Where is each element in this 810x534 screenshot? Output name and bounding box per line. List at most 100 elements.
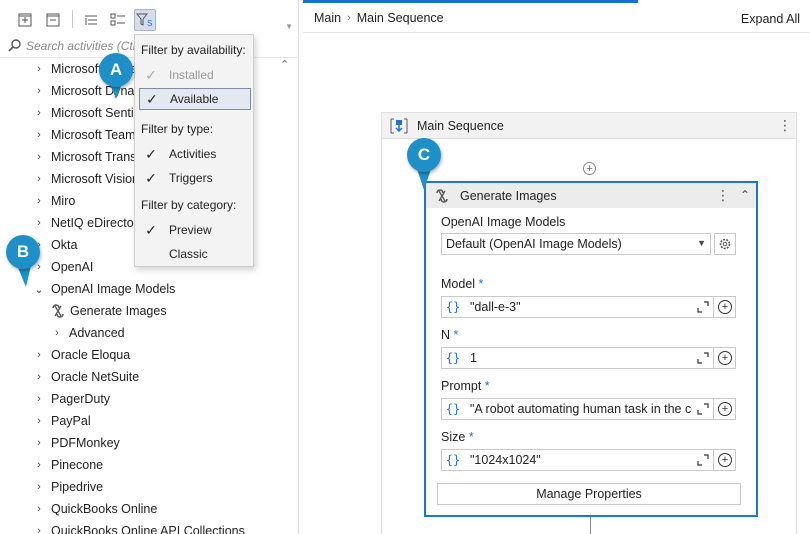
n-input[interactable]: {} 1 +	[441, 347, 736, 369]
breadcrumb: Main › Main Sequence	[303, 3, 810, 33]
filter-popup: Filter by availability: ✓ Installed ✓ Av…	[134, 34, 254, 267]
expand-editor-icon[interactable]	[697, 301, 709, 313]
add-value-icon[interactable]: +	[718, 453, 732, 467]
gear-icon	[719, 238, 731, 250]
tree-item[interactable]: › Pinecone	[0, 454, 290, 476]
filter-installed-option[interactable]: ✓ Installed	[139, 64, 251, 86]
tree-item[interactable]: › Advanced	[0, 322, 290, 344]
designer-panel: Main › Main Sequence Expand All Main Seq…	[303, 0, 810, 534]
chevron-right-icon: ›	[37, 217, 41, 229]
chevron-right-icon: ›	[347, 11, 351, 24]
manage-properties-button[interactable]: Manage Properties	[437, 483, 741, 505]
chevron-right-icon: ›	[55, 327, 59, 339]
connection-settings-button[interactable]	[714, 233, 736, 255]
tree-item[interactable]: › PagerDuty	[0, 388, 290, 410]
filter-available-option[interactable]: ✓ Available	[139, 88, 251, 110]
chevron-right-icon: ›	[37, 371, 41, 383]
chevron-down-icon: ▼	[697, 238, 706, 248]
connection-label: OpenAI Image Models	[441, 215, 566, 229]
tree-item[interactable]: › Oracle Eloqua	[0, 344, 290, 366]
expand-editor-icon[interactable]	[697, 454, 709, 466]
tree-item[interactable]: › PayPal	[0, 410, 290, 432]
sort-icon[interactable]	[80, 9, 102, 31]
connector-line	[590, 517, 591, 534]
expand-editor-icon[interactable]	[697, 352, 709, 364]
filter-category-header: Filter by category:	[141, 198, 237, 212]
expand-all-link[interactable]: Expand All	[741, 12, 800, 26]
chevron-right-icon: ›	[37, 129, 41, 141]
tree-item[interactable]: › QuickBooks Online API Collections	[0, 520, 290, 534]
tree-item[interactable]: › Pipedrive	[0, 476, 290, 498]
filter-triggers-option[interactable]: ✓ Triggers	[139, 167, 251, 189]
add-value-icon[interactable]: +	[718, 300, 732, 314]
breadcrumb-root[interactable]: Main	[314, 11, 341, 25]
add-value-icon[interactable]: +	[718, 351, 732, 365]
chevron-right-icon: ›	[37, 195, 41, 207]
tree-item[interactable]: › PDFMonkey	[0, 432, 290, 454]
chevron-right-icon: ›	[37, 173, 41, 185]
check-icon: ✓	[145, 221, 157, 238]
sequence-title: Main Sequence	[417, 118, 504, 133]
callout-a: A	[99, 53, 133, 99]
chevron-right-icon: ›	[37, 525, 41, 534]
generate-images-activity[interactable]: Generate Images ⋮ ⌃ OpenAI Image Models …	[424, 181, 758, 517]
check-icon: ✓	[146, 90, 158, 107]
expression-icon: {}	[445, 351, 461, 365]
more-options-icon[interactable]: ⋮	[778, 118, 792, 132]
expression-icon: {}	[445, 402, 461, 416]
size-input[interactable]: {} "1024x1024" +	[441, 449, 736, 471]
callout-c: C	[407, 138, 441, 190]
add-activity-icon[interactable]: +	[583, 162, 596, 175]
check-icon: ✓	[145, 145, 157, 162]
chevron-right-icon: ›	[37, 393, 41, 405]
search-icon	[8, 39, 21, 52]
filter-preview-option[interactable]: ✓ Preview	[139, 219, 251, 241]
check-icon: ✓	[145, 66, 157, 83]
list-view-icon[interactable]	[107, 9, 129, 31]
chevron-right-icon: ›	[37, 63, 41, 75]
connection-dropdown[interactable]: Default (OpenAI Image Models) ▼	[441, 233, 711, 255]
sequence-icon	[390, 118, 408, 133]
filter-icon[interactable]: S	[134, 9, 156, 31]
activity-title: Generate Images	[460, 188, 557, 203]
expand-all-icon[interactable]	[14, 9, 36, 31]
chevron-right-icon: ›	[37, 481, 41, 493]
chevron-right-icon: ›	[37, 503, 41, 515]
filter-classic-option[interactable]: Classic	[139, 243, 251, 265]
prompt-input[interactable]: {} "A robot automating human task in the…	[441, 398, 736, 420]
chevron-right-icon: ›	[37, 107, 41, 119]
chevron-right-icon: ›	[37, 459, 41, 471]
filter-activities-option[interactable]: ✓ Activities	[139, 143, 251, 165]
chevron-right-icon: ›	[37, 415, 41, 427]
collapse-all-icon[interactable]	[42, 9, 64, 31]
tree-item[interactable]: › Oracle NetSuite	[0, 366, 290, 388]
tree-item[interactable]: › QuickBooks Online	[0, 498, 290, 520]
chevron-right-icon: ›	[37, 437, 41, 449]
callout-b: B	[6, 235, 40, 287]
expression-icon: {}	[445, 453, 461, 467]
prompt-label: Prompt *	[441, 379, 490, 393]
activity-header[interactable]: Generate Images ⋮ ⌃	[426, 183, 756, 208]
tree-activity-generate-images[interactable]: Generate Images	[0, 300, 290, 322]
check-icon: ✓	[145, 169, 157, 186]
expand-editor-icon[interactable]	[697, 403, 709, 415]
activities-toolbar: S ▼	[0, 0, 298, 36]
chevron-right-icon: ›	[37, 85, 41, 97]
collapse-icon[interactable]: ⌃	[740, 188, 750, 202]
filter-badge: S	[147, 19, 152, 27]
breadcrumb-current[interactable]: Main Sequence	[357, 11, 444, 25]
panel-menu-chevron-icon[interactable]: ▼	[285, 22, 293, 31]
chevron-right-icon: ›	[37, 349, 41, 361]
model-label: Model *	[441, 277, 484, 291]
size-label: Size *	[441, 430, 474, 444]
more-options-icon[interactable]: ⋮	[716, 188, 730, 202]
generate-images-icon	[52, 304, 64, 318]
filter-availability-header: Filter by availability:	[141, 43, 246, 57]
model-input[interactable]: {} "dall-e-3" +	[441, 296, 736, 318]
filter-type-header: Filter by type:	[141, 122, 214, 136]
add-value-icon[interactable]: +	[718, 402, 732, 416]
main-sequence-header[interactable]: Main Sequence ⋮	[382, 113, 796, 139]
toolbar-separator	[72, 10, 73, 28]
main-sequence-container: Main Sequence ⋮ + Generate Images ⋮ ⌃ Op…	[381, 112, 797, 534]
tree-item-expanded[interactable]: ⌄ OpenAI Image Models	[0, 278, 290, 300]
